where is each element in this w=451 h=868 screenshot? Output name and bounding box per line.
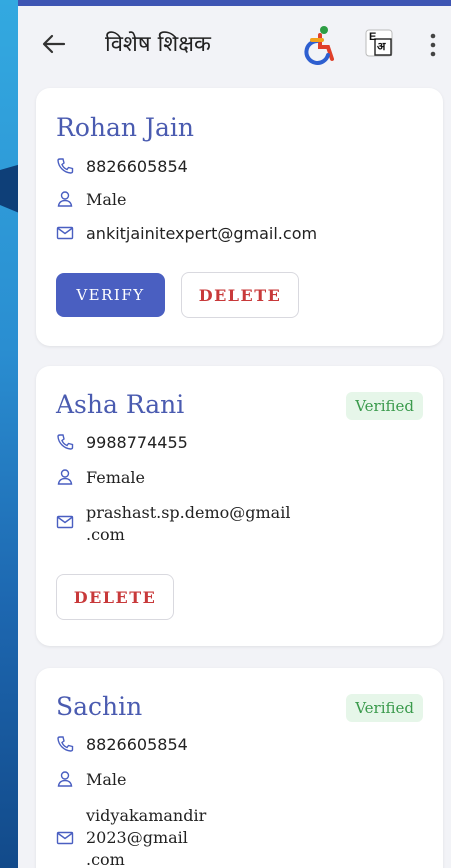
phone-row: 9988774455 bbox=[56, 432, 188, 454]
email-row: prashast.sp.demo@gmail .com bbox=[56, 502, 290, 546]
email-line: vidyakamandir bbox=[86, 806, 207, 825]
delete-button[interactable]: DELETE bbox=[181, 272, 299, 318]
app-screen: विशेष शिक्षक E अ Rohan Jain 8826605854 M… bbox=[18, 0, 451, 868]
teacher-name: Asha Rani bbox=[56, 390, 185, 419]
back-arrow-icon[interactable] bbox=[38, 28, 70, 60]
mail-icon bbox=[56, 226, 74, 240]
teacher-card: Sachin Verified 8826605854 Male vidyakam… bbox=[36, 668, 443, 868]
email-text: vidyakamandir 2023@gmail .com bbox=[86, 805, 206, 868]
more-vert-icon[interactable] bbox=[428, 32, 438, 58]
accessibility-icon[interactable] bbox=[302, 25, 338, 65]
phone-row: 8826605854 bbox=[56, 734, 188, 756]
verify-button[interactable]: VERIFY bbox=[56, 273, 165, 317]
person-icon bbox=[57, 191, 73, 207]
delete-button[interactable]: DELETE bbox=[56, 574, 174, 620]
email-line: 2023@gmail bbox=[86, 828, 188, 847]
teacher-card: Asha Rani Verified 9988774455 Female pra… bbox=[36, 366, 443, 646]
verified-badge: Verified bbox=[346, 392, 423, 420]
phone-number: 8826605854 bbox=[86, 735, 188, 754]
mail-icon bbox=[56, 515, 74, 529]
background-strip bbox=[0, 0, 18, 868]
email-text: prashast.sp.demo@gmail .com bbox=[86, 502, 290, 546]
teacher-name: Rohan Jain bbox=[56, 113, 194, 142]
gender-text: Female bbox=[86, 468, 145, 487]
language-toggle-icon[interactable]: E अ bbox=[364, 29, 394, 57]
gender-text: Male bbox=[86, 190, 127, 209]
teacher-card: Rohan Jain 8826605854 Male ankitjainitex… bbox=[36, 88, 443, 346]
email-text: ankitjainitexpert@gmail.com bbox=[86, 224, 318, 243]
person-icon bbox=[57, 469, 73, 485]
email-line: .com bbox=[86, 525, 125, 544]
lang-badge-hi: अ bbox=[377, 40, 386, 53]
email-line: prashast.sp.demo@gmail bbox=[86, 503, 291, 522]
mail-icon bbox=[56, 831, 74, 845]
teacher-name: Sachin bbox=[56, 692, 143, 721]
phone-icon bbox=[57, 736, 74, 752]
gender-row: Male bbox=[56, 189, 127, 211]
phone-icon bbox=[57, 158, 74, 174]
verified-badge: Verified bbox=[346, 694, 423, 722]
email-row: vidyakamandir 2023@gmail .com bbox=[56, 805, 206, 868]
lang-badge-e: E bbox=[369, 31, 377, 43]
person-icon bbox=[57, 771, 73, 787]
phone-row: 8826605854 bbox=[56, 156, 188, 178]
email-line: .com bbox=[86, 850, 125, 868]
gender-row: Male bbox=[56, 769, 127, 791]
gender-text: Male bbox=[86, 770, 127, 789]
gender-row: Female bbox=[56, 467, 145, 489]
app-bar: विशेष शिक्षक E अ bbox=[18, 6, 451, 82]
page-title: विशेष शिक्षक bbox=[105, 32, 211, 57]
phone-number: 8826605854 bbox=[86, 157, 188, 176]
phone-number: 9988774455 bbox=[86, 433, 188, 452]
phone-icon bbox=[57, 434, 74, 450]
email-row: ankitjainitexpert@gmail.com bbox=[56, 223, 317, 245]
